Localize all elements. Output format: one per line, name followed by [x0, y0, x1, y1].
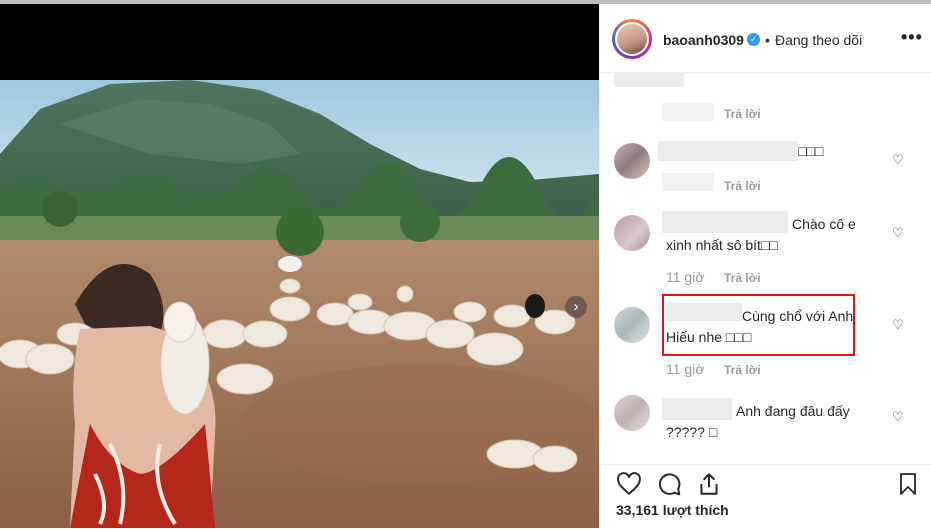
comment-text-line1: Anh đang đâu đấy [736, 403, 850, 419]
heart-icon[interactable] [616, 471, 642, 497]
reply-button[interactable]: Trả lời [724, 271, 761, 285]
reply-button[interactable]: Trả lời [724, 363, 761, 377]
verified-badge-icon: ✓ [747, 33, 760, 46]
more-options-icon[interactable]: ••• [901, 27, 923, 48]
bookmark-icon[interactable] [896, 471, 920, 497]
username[interactable]: baoanh0309 [663, 32, 744, 48]
redacted-username [662, 398, 732, 420]
redacted-username [658, 141, 798, 161]
likes-count[interactable]: 33,161 lượt thích [616, 502, 729, 518]
avatar[interactable] [614, 143, 650, 179]
follow-status[interactable]: Đang theo dõi [775, 32, 862, 48]
post-photo-illustration [0, 4, 599, 528]
heart-icon[interactable]: ♡ [892, 225, 906, 240]
avatar[interactable] [614, 307, 650, 343]
comments-list[interactable]: Trả lời □□□ ♡ Trả lời Chào cô e xinh nhấ… [600, 73, 931, 463]
reply-button[interactable]: Trả lời [724, 107, 761, 121]
redacted-time [662, 173, 714, 191]
avatar[interactable] [614, 215, 650, 251]
comment-text-line2: ????? □ [666, 424, 718, 440]
post-actions: 33,161 lượt thích [600, 464, 931, 529]
post-side-panel: baoanh0309 ✓ • Đang theo dõi ••• Trả lời… [599, 4, 931, 528]
heart-icon[interactable]: ♡ [892, 317, 906, 332]
comment-text: □□□ [798, 143, 824, 159]
post-header: baoanh0309 ✓ • Đang theo dõi ••• [600, 4, 931, 73]
separator-dot: • [765, 32, 770, 48]
redacted-username [614, 73, 684, 87]
comment-icon[interactable] [656, 471, 682, 497]
comment-text-line2: xinh nhất sô bít□□ [666, 237, 778, 253]
heart-icon[interactable]: ♡ [892, 409, 906, 424]
share-icon[interactable] [696, 471, 722, 497]
avatar-image [617, 24, 647, 54]
post-photo[interactable]: › [0, 4, 599, 528]
comment-text-line1: Chào cô e [792, 216, 856, 232]
redacted-time [662, 103, 714, 121]
heart-icon[interactable]: ♡ [892, 152, 906, 167]
comment-time: 11 giờ [666, 361, 705, 377]
avatar[interactable] [614, 395, 650, 431]
redacted-username [662, 211, 788, 233]
avatar[interactable] [612, 19, 652, 59]
comment-time: 11 giờ [666, 269, 705, 285]
highlight-box [662, 294, 855, 356]
chevron-right-icon[interactable]: › [565, 296, 587, 318]
reply-button[interactable]: Trả lời [724, 179, 761, 193]
